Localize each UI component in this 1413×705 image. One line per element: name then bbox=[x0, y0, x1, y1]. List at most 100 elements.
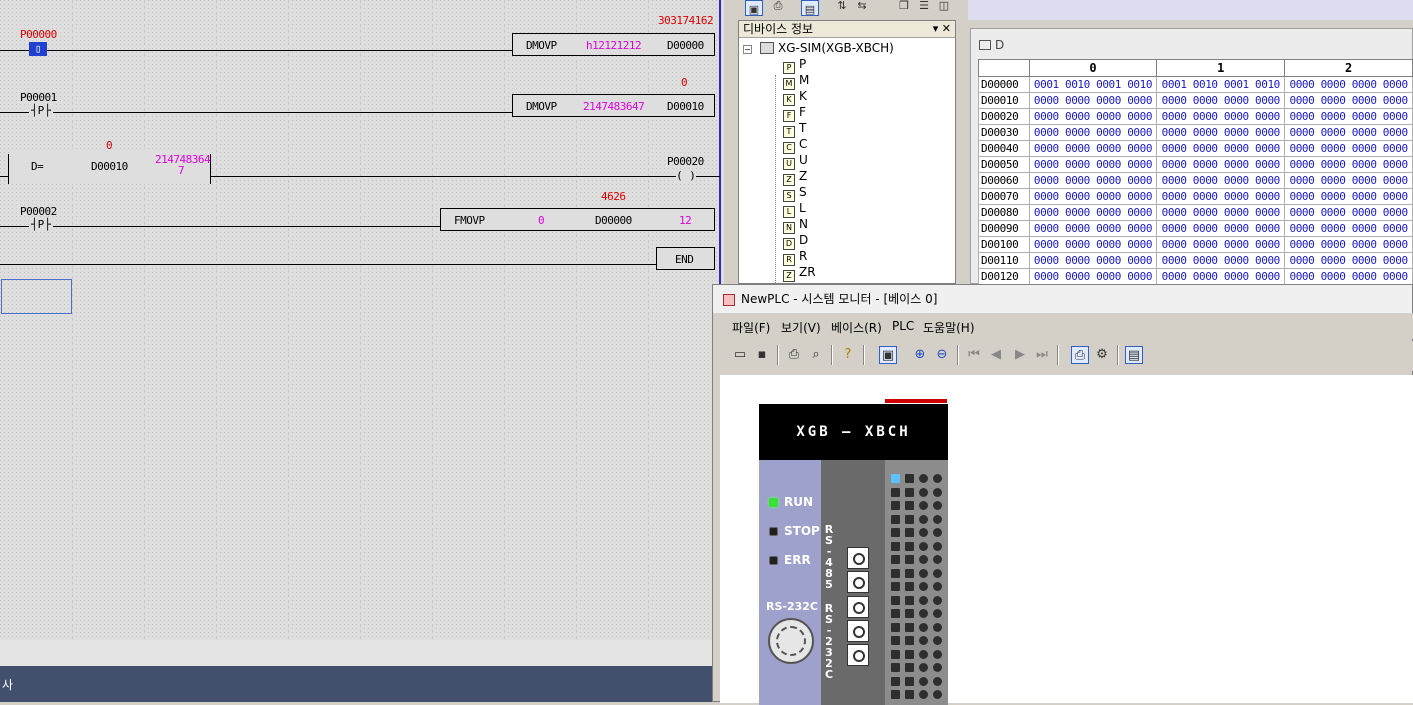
tree-item-d[interactable]: DD bbox=[783, 233, 808, 250]
value-cell[interactable]: 0000 0000 0000 0000 bbox=[1284, 220, 1413, 237]
tree-item-s[interactable]: SS bbox=[783, 185, 807, 202]
value-cell[interactable]: 0000 0000 0000 0000 bbox=[1156, 108, 1286, 125]
zoom-in-icon[interactable]: ⊕ bbox=[911, 346, 929, 364]
value-cell[interactable]: 0001 0010 0001 0010 bbox=[1028, 76, 1158, 93]
value-cell[interactable]: 0000 0000 0000 0000 bbox=[1284, 124, 1413, 141]
value-cell[interactable]: 0000 0000 0000 0000 bbox=[1156, 236, 1286, 253]
rs232c-label: RS-232C bbox=[766, 600, 818, 613]
value-cell[interactable]: 0000 0000 0000 0000 bbox=[1156, 124, 1286, 141]
value-cell[interactable]: 0000 0000 0000 0000 bbox=[1028, 204, 1158, 221]
tree-item-c[interactable]: CC bbox=[783, 137, 807, 154]
tree-item-p[interactable]: PP bbox=[783, 57, 806, 74]
tree-item-n[interactable]: NN bbox=[783, 217, 808, 234]
fmovp-instruction-box[interactable]: FMOVP 0 D00000 12 bbox=[440, 208, 715, 231]
tile-horizontal-icon[interactable]: ☰ bbox=[915, 0, 933, 15]
tree-item-m[interactable]: MM bbox=[783, 73, 809, 90]
menu-base[interactable]: 베이스(R) bbox=[831, 319, 882, 336]
value-cell[interactable]: 0000 0000 0000 0000 bbox=[1028, 92, 1158, 109]
chip-icon[interactable]: ▤ bbox=[801, 0, 819, 16]
menu-file[interactable]: 파일(F) bbox=[732, 319, 770, 336]
module-icon[interactable]: ⚙ bbox=[1093, 346, 1111, 364]
save-icon[interactable]: ▪ bbox=[753, 346, 771, 364]
last-icon[interactable]: ⏭ bbox=[1033, 346, 1051, 364]
monitor-icon[interactable]: ▣ bbox=[745, 0, 763, 16]
tree-item-l[interactable]: LL bbox=[783, 201, 806, 218]
menu-help[interactable]: 도움말(H) bbox=[923, 319, 975, 336]
contact-p00002[interactable]: ┤P├ bbox=[29, 218, 53, 231]
dmovp-instruction-box[interactable]: DMOVP h12121212 D00000 bbox=[512, 33, 715, 56]
value-cell[interactable]: 0000 0000 0000 0000 bbox=[1284, 188, 1413, 205]
coil-p00020[interactable]: ( ) bbox=[676, 169, 696, 182]
io-led bbox=[905, 541, 914, 551]
dmovp-instruction-box[interactable]: DMOVP 2147483647 D00010 bbox=[512, 94, 715, 117]
value-cell[interactable]: 0000 0000 0000 0000 bbox=[1028, 188, 1158, 205]
value-cell[interactable]: 0000 0000 0000 0000 bbox=[1284, 156, 1413, 173]
cascade-icon[interactable]: ❐ bbox=[895, 0, 913, 15]
value-cell[interactable]: 0000 0000 0000 0000 bbox=[1156, 140, 1286, 157]
tree-item-z[interactable]: ZZ bbox=[783, 169, 807, 186]
monitor-icon[interactable]: ▣ bbox=[879, 346, 897, 364]
value-cell[interactable]: 0000 0000 0000 0000 bbox=[1156, 172, 1286, 189]
tree-item-zr[interactable]: Z ZR bbox=[783, 265, 816, 282]
tree-item-r[interactable]: RR bbox=[783, 249, 807, 266]
tree-item-t[interactable]: TT bbox=[783, 121, 806, 138]
tree-item-f[interactable]: FF bbox=[783, 105, 806, 122]
value-cell[interactable]: 0000 0000 0000 0000 bbox=[1284, 252, 1413, 269]
value-cell[interactable]: 0000 0000 0000 0000 bbox=[1156, 204, 1286, 221]
tree-item-u[interactable]: UU bbox=[783, 153, 808, 170]
value-cell[interactable]: 0000 0000 0000 0000 bbox=[1028, 108, 1158, 125]
prev-icon[interactable]: ◀ bbox=[987, 346, 1005, 364]
first-icon[interactable]: ⏮ bbox=[965, 346, 983, 364]
value-cell[interactable]: 0000 0000 0000 0000 bbox=[1284, 140, 1413, 157]
pane-controls[interactable]: ▾ ✕ bbox=[933, 21, 951, 37]
compare-icon[interactable]: ⇆ bbox=[853, 0, 871, 15]
collapse-icon[interactable]: − bbox=[743, 45, 752, 54]
monitor-value: 4626 bbox=[601, 190, 626, 203]
value-cell[interactable]: 0000 0000 0000 0000 bbox=[1156, 268, 1286, 285]
value-cell[interactable]: 0000 0000 0000 0000 bbox=[1028, 140, 1158, 157]
contact-p00001[interactable]: ┤P├ bbox=[29, 104, 53, 117]
value-cell[interactable]: 0000 0000 0000 0000 bbox=[1028, 252, 1158, 269]
print-preview-icon[interactable]: ⌕ bbox=[807, 346, 825, 364]
tree-item-k[interactable]: KK bbox=[783, 89, 807, 106]
io-led bbox=[919, 690, 928, 699]
zoom-out-icon[interactable]: ⊖ bbox=[933, 346, 951, 364]
value-cell[interactable]: 0000 0000 0000 0000 bbox=[1156, 252, 1286, 269]
write-icon[interactable]: ⇅ bbox=[833, 0, 851, 15]
value-cell[interactable]: 0000 0000 0000 0000 bbox=[1028, 124, 1158, 141]
value-cell[interactable]: 0000 0000 0000 0000 bbox=[1156, 92, 1286, 109]
device-icon[interactable]: ⎙ bbox=[769, 0, 787, 15]
value-cell[interactable]: 0000 0000 0000 0000 bbox=[1284, 92, 1413, 109]
value-cell[interactable]: 0000 0000 0000 0000 bbox=[1284, 204, 1413, 221]
window-title-bar[interactable]: NewPLC - 시스템 모니터 - [베이스 0] bbox=[713, 285, 1412, 313]
value-cell[interactable]: 0001 0010 0001 0010 bbox=[1156, 76, 1286, 93]
plc-module[interactable]: XGB — XBCH RUN STOP ERR RS-232C RS-485 R… bbox=[759, 399, 949, 705]
open-icon[interactable]: ▭ bbox=[731, 346, 749, 364]
value-cell[interactable]: 0000 0000 0000 0000 bbox=[1284, 108, 1413, 125]
value-cell[interactable]: 0000 0000 0000 0000 bbox=[1284, 172, 1413, 189]
value-cell[interactable]: 0000 0000 0000 0000 bbox=[1284, 268, 1413, 285]
tile-vertical-icon[interactable]: ◫ bbox=[935, 0, 953, 15]
value-cell[interactable]: 0000 0000 0000 0000 bbox=[1028, 236, 1158, 253]
cursor-selection[interactable] bbox=[1, 279, 72, 314]
menu-plc[interactable]: PLC bbox=[892, 319, 914, 333]
help-icon[interactable]: ? bbox=[839, 346, 857, 364]
value-cell[interactable]: 0000 0000 0000 0000 bbox=[1156, 188, 1286, 205]
contact-p00000[interactable]: ▯ bbox=[29, 42, 47, 56]
end-instruction-box[interactable]: END bbox=[656, 247, 715, 270]
value-cell[interactable]: 0000 0000 0000 0000 bbox=[1028, 220, 1158, 237]
menu-view[interactable]: 보기(V) bbox=[781, 319, 821, 336]
value-cell[interactable]: 0000 0000 0000 0000 bbox=[1156, 220, 1286, 237]
value-cell[interactable]: 0000 0000 0000 0000 bbox=[1028, 172, 1158, 189]
tree-root-item[interactable]: − XG-SIM(XGB-XBCH) bbox=[743, 41, 894, 55]
next-icon[interactable]: ▶ bbox=[1011, 346, 1029, 364]
value-cell[interactable]: 0000 0000 0000 0000 bbox=[1028, 156, 1158, 173]
value-cell[interactable]: 0000 0000 0000 0000 bbox=[1284, 236, 1413, 253]
value-cell[interactable]: 0000 0000 0000 0000 bbox=[1028, 268, 1158, 285]
ladder-editor[interactable]: P00000 ▯ 303174162 DMOVP h12121212 D0000… bbox=[0, 0, 724, 666]
print-icon[interactable]: ⎙ bbox=[785, 346, 803, 364]
value-cell[interactable]: 0000 0000 0000 0000 bbox=[1156, 156, 1286, 173]
plc-view-icon[interactable]: ⎙ bbox=[1071, 346, 1089, 364]
chip-icon[interactable]: ▤ bbox=[1125, 346, 1143, 364]
value-cell[interactable]: 0000 0000 0000 0000 bbox=[1284, 76, 1413, 93]
